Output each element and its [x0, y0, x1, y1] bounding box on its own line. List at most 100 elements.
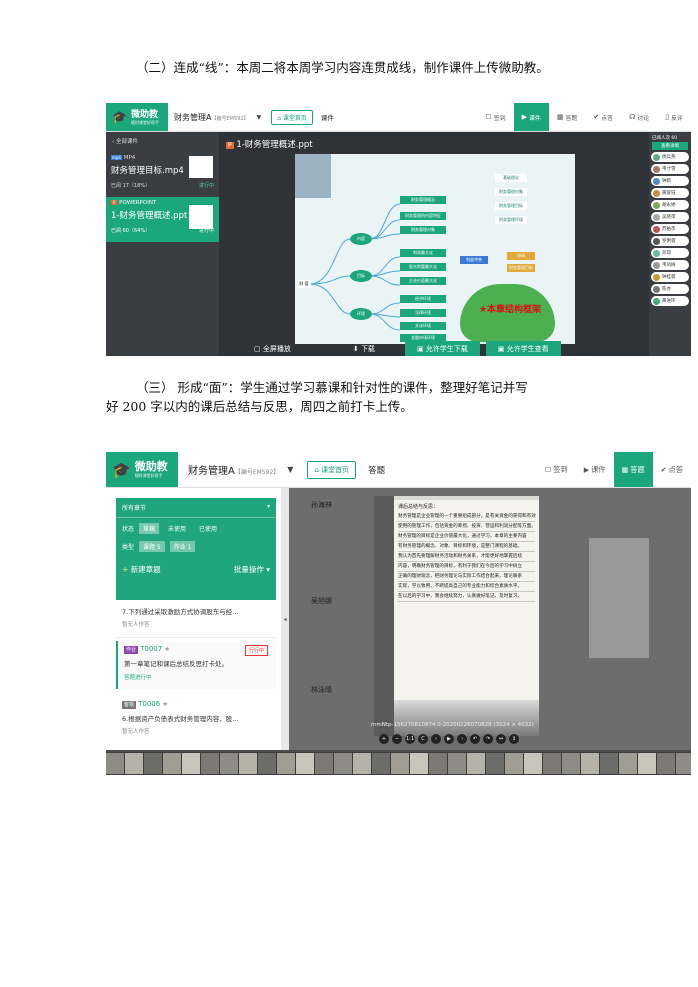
rotate-left-icon[interactable]: ↶: [470, 734, 480, 744]
detail-button[interactable]: 查看详情: [652, 142, 688, 150]
next-icon[interactable]: ›: [457, 734, 467, 744]
student-item[interactable]: 韦凤梅: [651, 260, 689, 270]
thumbnail[interactable]: [467, 753, 485, 774]
app-logo[interactable]: 🎓 微助教 随时课堂好帮手: [106, 452, 178, 487]
question-item[interactable]: 客观 T0006 ★ 6.根据资产负债表式财务管理内容，股... 暂无人作答: [116, 696, 276, 741]
student-item[interactable]: 苏柏杰: [651, 224, 689, 234]
thumbnail[interactable]: [144, 753, 162, 774]
tab-3[interactable]: ✔ 点答: [653, 452, 691, 487]
batch-button[interactable]: 批量操作 ▾: [234, 564, 270, 575]
thumbnail[interactable]: [106, 753, 124, 774]
student-item[interactable]: 陈亦: [651, 284, 689, 294]
thumbnail[interactable]: [201, 753, 219, 774]
thumbnail[interactable]: [182, 753, 200, 774]
prev-icon[interactable]: ‹: [431, 734, 441, 744]
tab-5[interactable]: ▯ 反评: [657, 103, 691, 131]
collapse-handle[interactable]: ◂: [281, 488, 289, 750]
file-item-active[interactable]: P POWERPOINT 1-财务管理概述.ppt 已阅 60（64%） 进行中: [106, 197, 219, 242]
tab-2[interactable]: ▦ 答题: [549, 103, 586, 131]
answer-thumbnail[interactable]: [589, 538, 649, 658]
thumbnail[interactable]: [391, 753, 409, 774]
student-item[interactable]: 吴晓萍: [651, 212, 689, 222]
thumbnail[interactable]: [296, 753, 314, 774]
tab-4[interactable]: ☊ 讨论: [621, 103, 657, 131]
file-item[interactable]: mp4 MP4 财务管理目标.mp4 已阅 17（18%） 进行中: [106, 152, 219, 195]
back-link[interactable]: ‹ 全部课件: [106, 132, 219, 150]
thumbnail[interactable]: [676, 753, 691, 774]
student-item[interactable]: 黄进环: [651, 296, 689, 306]
thumbnail[interactable]: [543, 753, 561, 774]
filter-option[interactable]: 草稿: [139, 523, 160, 534]
thumbnail[interactable]: [505, 753, 523, 774]
thumbnail[interactable]: [562, 753, 580, 774]
tab-2[interactable]: ▦ 答题: [613, 452, 653, 487]
filter-option[interactable]: 作业 1: [169, 541, 196, 552]
rotate-right-icon[interactable]: ↷: [483, 734, 493, 744]
reset-icon[interactable]: C: [418, 734, 428, 744]
question-item-active[interactable]: 作业 T0007 ★ 行行中 第一章笔记和课后总结反思打卡处。 答题进行中: [116, 641, 276, 689]
zoom-in-icon[interactable]: +: [379, 734, 389, 744]
tab-1[interactable]: ▶ 课件: [513, 103, 549, 131]
home-button[interactable]: ⌂ 课堂首页: [307, 460, 357, 479]
tab-0[interactable]: ☐ 签到: [537, 452, 576, 487]
student-item[interactable]: 黄容钰: [651, 188, 689, 198]
tab-3[interactable]: ✔ 点答: [585, 103, 621, 131]
image-viewer: 课后总结与反思： 财务管理是企业管理的一个重要组成部分，是有关资金的获得和有效使…: [374, 496, 539, 736]
chevron-down-icon[interactable]: ▼: [287, 465, 293, 474]
student-item[interactable]: 韦寸雪: [651, 164, 689, 174]
flip-h-icon[interactable]: ↔: [496, 734, 506, 744]
thumbnail[interactable]: [163, 753, 181, 774]
filter-label: 状态: [122, 526, 135, 533]
thumbnail[interactable]: [410, 753, 428, 774]
app-logo[interactable]: 🎓 微助教 随时课堂好帮手: [106, 103, 168, 131]
tab-label: 答题: [630, 464, 645, 474]
home-button[interactable]: ⌂ 课堂首页: [271, 109, 313, 125]
student-item[interactable]: 罗俐蓉: [651, 236, 689, 246]
thumbnail[interactable]: [619, 753, 637, 774]
filter-option[interactable]: 未使用: [164, 523, 190, 534]
student-item[interactable]: 杨兵燕: [651, 152, 689, 162]
chevron-down-icon[interactable]: ▼: [257, 114, 262, 121]
student-item[interactable]: 钟新: [651, 176, 689, 186]
thumbnail[interactable]: [258, 753, 276, 774]
thumbnail[interactable]: [657, 753, 675, 774]
thumbnail[interactable]: [372, 753, 390, 774]
thumbnail[interactable]: [600, 753, 618, 774]
thumbnail[interactable]: [239, 753, 257, 774]
tab-0[interactable]: ☐ 签到: [477, 103, 513, 131]
thumbnail[interactable]: [429, 753, 447, 774]
student-item[interactable]: 钟桂蓉: [651, 272, 689, 282]
tab-label: 点答: [668, 464, 683, 474]
thumbnail[interactable]: [277, 753, 295, 774]
student-item[interactable]: 邓琼: [651, 248, 689, 258]
allow-view-button[interactable]: ▣ 允许学生查看: [485, 341, 561, 356]
thumbnail[interactable]: [334, 753, 352, 774]
thumbnail[interactable]: [448, 753, 466, 774]
star-icon[interactable]: ★: [164, 645, 170, 653]
allow-download-button[interactable]: ▣ 允许学生下载: [404, 341, 480, 356]
avatar: [653, 249, 660, 257]
question-item[interactable]: 7.下列通过采取激励方式协调股东与经... 暂无人作答: [116, 603, 276, 638]
thumbnail[interactable]: [315, 753, 333, 774]
star-icon[interactable]: ★: [162, 700, 168, 708]
logo-title: 微助教: [130, 109, 158, 120]
tab-1[interactable]: ▶ 课件: [576, 452, 614, 487]
thumbnail[interactable]: [486, 753, 504, 774]
student-item[interactable]: 胡永婷: [651, 200, 689, 210]
fullscreen-button[interactable]: ▢ 全屏播放: [254, 344, 291, 354]
flip-v-icon[interactable]: ↕: [509, 734, 519, 744]
new-question-button[interactable]: + 新建章题: [122, 564, 161, 575]
thumbnail[interactable]: [220, 753, 238, 774]
thumbnail[interactable]: [524, 753, 542, 774]
filter-option[interactable]: 课题 5: [139, 541, 165, 552]
play-icon[interactable]: ▶: [444, 734, 454, 744]
actual-size-icon[interactable]: 1:1: [405, 734, 415, 744]
thumbnail[interactable]: [125, 753, 143, 774]
thumbnail[interactable]: [638, 753, 656, 774]
zoom-out-icon[interactable]: −: [392, 734, 402, 744]
thumbnail[interactable]: [353, 753, 371, 774]
chapter-select[interactable]: 所有章节 ▾: [116, 498, 276, 518]
thumbnail[interactable]: [581, 753, 599, 774]
download-button[interactable]: ⬇ 下载: [353, 344, 375, 354]
filter-option[interactable]: 已使用: [195, 523, 221, 534]
